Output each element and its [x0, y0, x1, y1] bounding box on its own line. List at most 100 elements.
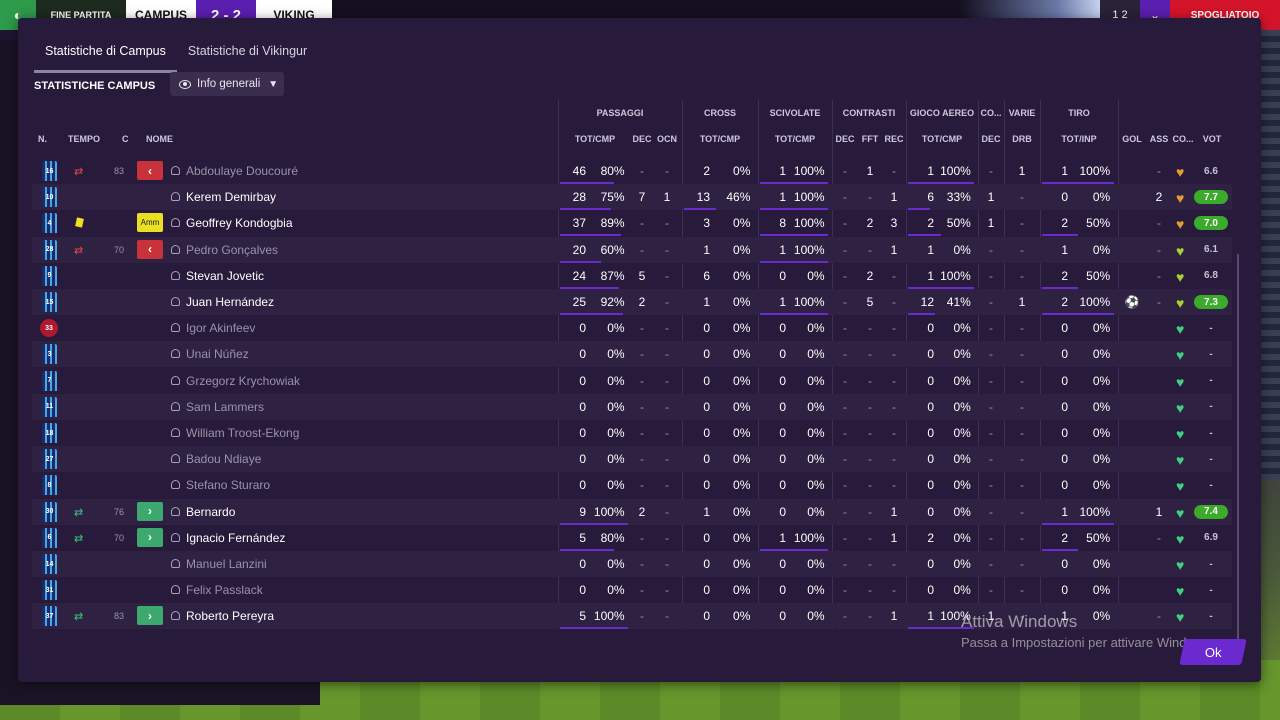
- column-header-n[interactable]: N.: [38, 134, 47, 144]
- stat-ocn: -: [665, 452, 669, 467]
- table-row[interactable]: 27 Badou Ndiaye 0 0% - -0 0% 0 0% - - -0 0% - -0 0% ♥ -: [32, 446, 1232, 473]
- stat-rec: 3: [890, 216, 898, 231]
- stat-total: 2: [1061, 530, 1068, 545]
- table-row[interactable]: 14 Manuel Lanzini 0 0% - - 0 0% 0 0% - - - 0 0% - - 0 0% ♥ -: [32, 551, 1232, 577]
- table-row[interactable]: 33 Igor Akinfeev 0 0% - -0 0% 0 0% - - -0 0% - -0 0% ♥ -: [32, 315, 1232, 341]
- player-name[interactable]: William Troost-Ekong: [186, 420, 299, 446]
- player-icon: [171, 428, 180, 437]
- player-name[interactable]: Abdoulaye Doucouré: [186, 158, 298, 184]
- column-header-tempo[interactable]: TEMPO: [68, 134, 100, 144]
- stat-percent: 0%: [733, 347, 751, 362]
- view-select[interactable]: Info generali ▼: [170, 72, 284, 96]
- column-header-ass[interactable]: ASS: [1146, 134, 1172, 144]
- player-name[interactable]: Igor Akinfeev: [186, 315, 255, 341]
- column-header-cdec[interactable]: DEC: [832, 134, 858, 144]
- shirt-number-icon: 16: [42, 161, 57, 181]
- column-header-aereo[interactable]: TOT/CMP: [906, 134, 978, 144]
- shirt-number-icon: 18: [42, 423, 57, 443]
- stat-total: 46: [572, 164, 586, 178]
- table-row[interactable]: 4 Amm Geoffrey Kondogbia 37 89% - -3 0% 8 100% -2 3…: [32, 210, 1232, 237]
- column-header-gol[interactable]: GOL: [1118, 134, 1146, 144]
- player-name[interactable]: Geoffrey Kondogbia: [186, 210, 293, 236]
- group-header: TIRO: [1068, 108, 1090, 118]
- column-header-codec[interactable]: DEC: [978, 134, 1004, 144]
- player-name[interactable]: Bernardo: [186, 499, 235, 525]
- table-row[interactable]: 7 Grzegorz Krychowiak 0 0% - -0 0% 0 0% - - -0 0% - -0…: [32, 368, 1232, 394]
- stat-percent: 75%: [600, 190, 625, 205]
- stat-percent: 0%: [607, 452, 625, 467]
- tab-campus-stats[interactable]: Statistiche di Campus: [34, 40, 177, 73]
- stat-gol: [1118, 499, 1146, 525]
- table-row[interactable]: 30 ⇄ 76 › Bernardo 9 100% 2-1 0% 0 0% - -1 0 0% - -1 100%…: [32, 498, 1232, 525]
- stat-drb: -: [1020, 347, 1024, 362]
- stat-percent: 0%: [807, 478, 825, 493]
- morale-heart-icon: ♥: [1176, 399, 1185, 416]
- ok-button[interactable]: Ok: [1179, 639, 1247, 665]
- player-name[interactable]: Sam Lammers: [186, 394, 264, 420]
- column-header-fft[interactable]: FFT: [858, 134, 882, 144]
- column-header-pass[interactable]: TOT/CMP: [558, 134, 632, 144]
- stat-total: 1: [779, 190, 786, 205]
- stat-percent: 0%: [733, 557, 751, 571]
- column-header-drb[interactable]: DRB: [1004, 134, 1040, 144]
- player-name[interactable]: Stevan Jovetic: [186, 263, 264, 289]
- column-header-sciv[interactable]: TOT/CMP: [758, 134, 832, 144]
- sub-minute: 70: [114, 244, 125, 255]
- player-rating: -: [1209, 453, 1213, 465]
- player-rating: 7.4: [1194, 504, 1228, 519]
- column-header-cross[interactable]: TOT/CMP: [682, 134, 758, 144]
- table-row[interactable]: 15 Juan Hernández 25 92% 2-1 0% 1 100% -5-12 41% -…: [32, 289, 1232, 315]
- stat-drb: -: [1020, 583, 1024, 598]
- table-row[interactable]: 31 Felix Passlack 0 0% - -0 0% 0 0% - - -0 0% - -0 0% ♥ -: [32, 577, 1232, 603]
- player-name[interactable]: Badou Ndiaye: [186, 446, 261, 472]
- stat-gol: [1118, 315, 1146, 341]
- player-name[interactable]: Manuel Lanzini: [186, 551, 267, 577]
- scrollbar[interactable]: [1237, 254, 1239, 648]
- stat-percent: 0%: [1092, 399, 1111, 414]
- stat-drb: -: [1020, 321, 1024, 336]
- stat-dec: 2: [638, 295, 646, 309]
- player-name[interactable]: Pedro Gonçalves: [186, 237, 278, 263]
- player-name[interactable]: Stefano Sturaro: [186, 472, 270, 498]
- player-name[interactable]: Felix Passlack: [186, 577, 263, 603]
- player-name[interactable]: Roberto Pereyra: [186, 603, 274, 629]
- column-header-nome[interactable]: NOME: [146, 134, 173, 144]
- table-row[interactable]: 10 Kerem Demirbay 28 75% 7 1 13 46% 1 100% - -1 6 33%…: [32, 184, 1232, 211]
- player-name[interactable]: Juan Hernández: [186, 289, 274, 315]
- table-row[interactable]: 28 ⇄ 70 ‹ Pedro Gonçalves 20 60% - -1 0% 1 100% - -1 1…: [32, 236, 1232, 263]
- tab-vikingur-stats[interactable]: Statistiche di Vikingur: [177, 40, 318, 70]
- table-row[interactable]: 16 ⇄ 83 ‹ Abdoulaye Doucouré 46 80% - - 2 0% 1 100% -…: [32, 158, 1232, 184]
- player-name[interactable]: Grzegorz Krychowiak: [186, 368, 300, 394]
- column-header-co[interactable]: CO...: [1172, 134, 1194, 144]
- player-name[interactable]: Unai Núñez: [186, 341, 249, 367]
- stat-dec: -: [640, 216, 644, 231]
- column-header-ocn[interactable]: OCN: [652, 134, 682, 144]
- column-header-tiro[interactable]: TOT/INP: [1040, 134, 1118, 144]
- stat-percent: 100%: [793, 530, 825, 545]
- stat-total: 13: [696, 190, 710, 205]
- table-row[interactable]: 8 Stefano Sturaro 0 0% - -0 0% 0 0% - - -0 0% - -0 0% ♥ -: [32, 472, 1232, 498]
- stat-total: 1: [779, 242, 786, 257]
- table-row[interactable]: 6 ⇄ 70 › Ignacio Fernández 5 80% - -0 0% 1 100% - -1 2…: [32, 525, 1232, 551]
- table-row[interactable]: 11 Sam Lammers 0 0% - -0 0% 0 0% - - -0 0% - -0 0% ♥ -: [32, 393, 1232, 420]
- stat-total: 0: [779, 399, 786, 414]
- column-header-dec[interactable]: DEC: [632, 134, 652, 144]
- table-row[interactable]: 3 Unai Núñez 0 0% - -0 0% 0 0% - - -0 0% - -0 0% ♥ -: [32, 341, 1232, 368]
- morale-heart-icon: ♥: [1176, 452, 1185, 469]
- stat-cdec: -: [843, 426, 847, 440]
- player-name[interactable]: Kerem Demirbay: [186, 184, 276, 210]
- stat-total: 0: [927, 557, 934, 571]
- column-header-c[interactable]: C: [122, 134, 129, 144]
- table-row[interactable]: 18 William Troost-Ekong 0 0% - - 0 0% 0 0% - - - 0 0% -…: [32, 420, 1232, 446]
- stat-percent: 0%: [1092, 347, 1111, 362]
- column-header-vot[interactable]: VOT: [1194, 134, 1230, 144]
- stat-rec: -: [892, 583, 896, 598]
- player-rating: 6.9: [1204, 532, 1218, 544]
- stat-ass: 1: [1155, 504, 1163, 519]
- column-header-rec[interactable]: REC: [882, 134, 906, 144]
- group-header: SCIVOLATE: [769, 108, 821, 118]
- player-name[interactable]: Ignacio Fernández: [186, 525, 285, 551]
- stat-total: 0: [779, 373, 786, 388]
- table-row[interactable]: 9 Stevan Jovetic 24 87% 5 - 6 0% 0 0% - 2 - 1 100% - - 2 5…: [32, 263, 1232, 289]
- player-icon: [171, 532, 180, 542]
